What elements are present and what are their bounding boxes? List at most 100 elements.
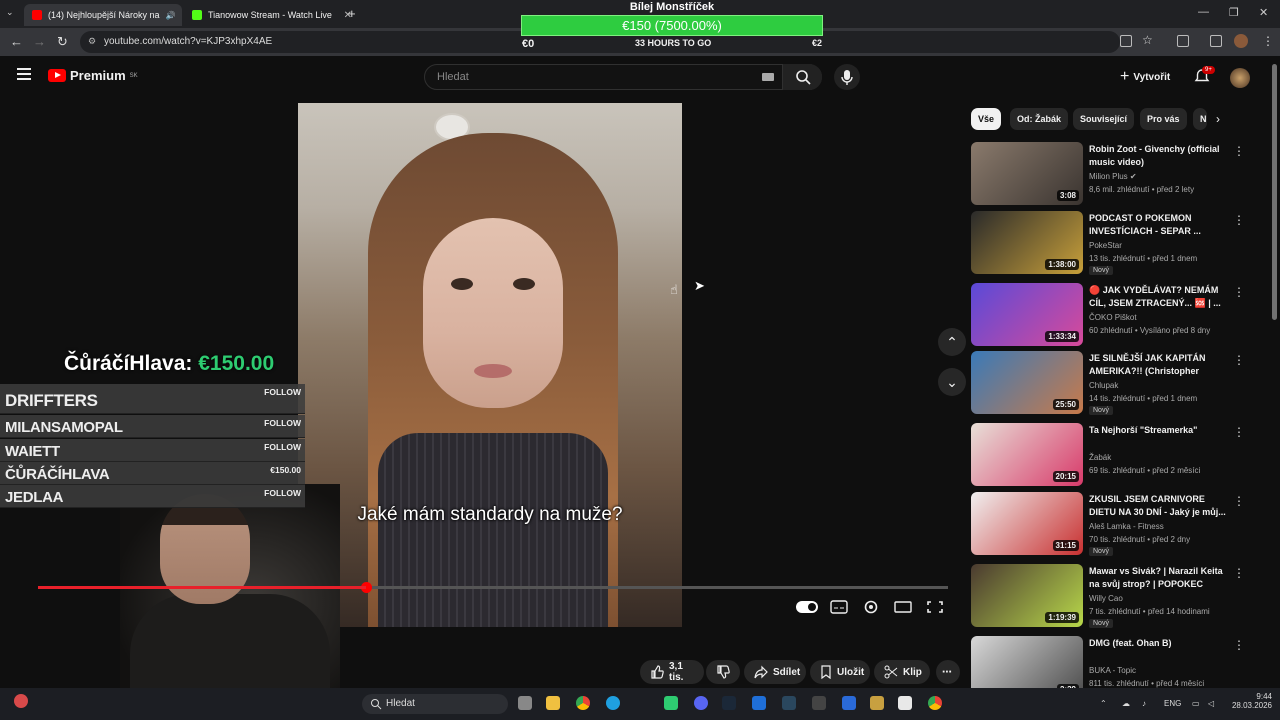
tab-youtube[interactable]: (14) Nejhloupější Nároky na 🔊 ✕ (24, 4, 182, 26)
video-title[interactable]: 🔴 JAK VYDĚLÁVAT? NEMÁM CÍL, JSEM ZTRACEN… (1089, 284, 1229, 310)
app-icon[interactable] (842, 696, 856, 710)
captions-icon[interactable] (830, 600, 848, 614)
chip-from-channel[interactable]: Od: Žabák (1010, 108, 1069, 130)
youtube-premium-logo[interactable]: Premium SK (48, 68, 138, 83)
channel-name[interactable]: Aleš Lamka - Fitness (1089, 522, 1164, 531)
like-button[interactable]: 3,1 tis. (640, 660, 704, 684)
chip-related[interactable]: Související (1073, 108, 1135, 130)
cloud-icon[interactable]: ☁ (1122, 699, 1130, 708)
recommendation-item[interactable]: 31:15 ZKUSIL JSEM CARNIVORE DIETU NA 30 … (971, 492, 1251, 556)
video-title[interactable]: JE SILNĚJŠÍ JAK KAPITÁN AMERIKA?!! (Chri… (1089, 352, 1229, 379)
more-vertical-icon[interactable]: ⋮ (1233, 213, 1245, 227)
channel-name[interactable]: Willy Cao (1089, 594, 1123, 603)
app-icon[interactable] (898, 696, 912, 710)
more-vertical-icon[interactable]: ⋮ (1233, 638, 1245, 652)
keyboard-icon[interactable] (762, 73, 774, 81)
share-button[interactable]: Sdílet (744, 660, 806, 684)
chip-for-you[interactable]: Pro vás (1140, 108, 1187, 130)
video-thumbnail[interactable]: 1:33:34 (971, 283, 1083, 346)
video-thumbnail[interactable]: 3:08 (971, 142, 1083, 205)
channel-name[interactable]: Žabák (1089, 453, 1111, 462)
widget-icon[interactable] (14, 694, 28, 708)
autoplay-toggle[interactable] (796, 601, 818, 613)
video-title[interactable]: Ta Nejhorší "Streamerka" (1089, 424, 1229, 437)
task-view-icon[interactable] (518, 696, 532, 710)
volume-icon[interactable]: ◁ (1208, 699, 1214, 708)
maximize-icon[interactable]: ❐ (1229, 6, 1239, 19)
taskbar-search-input[interactable]: Hledat (362, 694, 508, 714)
app-icon[interactable] (870, 696, 884, 710)
recommendation-item[interactable]: 1:38:00 PODCAST O POKEMON INVESTÍCIACH -… (971, 211, 1251, 275)
app-icon[interactable] (752, 696, 766, 710)
recommendation-item[interactable]: 20:15 Ta Nejhorší "Streamerka" Žabák 69 … (971, 423, 1251, 487)
more-vertical-icon[interactable]: ⋮ (1233, 285, 1245, 299)
extensions-icon[interactable] (1177, 35, 1189, 47)
video-thumbnail[interactable]: 25:50 (971, 351, 1083, 414)
reading-list-icon[interactable] (1210, 35, 1222, 47)
channel-name[interactable]: Chlupak (1089, 381, 1118, 390)
theater-mode-icon[interactable] (894, 600, 912, 614)
forward-icon[interactable]: → (33, 34, 46, 49)
video-thumbnail[interactable]: 31:15 (971, 492, 1083, 555)
chip-all[interactable]: Vše (971, 108, 1002, 130)
video-title[interactable]: Mawar vs Sivák? | Narazil Keita na svůj … (1089, 565, 1229, 591)
channel-name[interactable]: Milion Plus ✔ (1089, 172, 1137, 181)
file-explorer-icon[interactable] (546, 696, 560, 710)
recommendation-item[interactable]: 25:50 JE SILNĚJŠÍ JAK KAPITÁN AMERIKA?!!… (971, 351, 1251, 415)
tab-kick[interactable]: Tianowow Stream - Watch Live ✕ (184, 4, 360, 26)
app-icon[interactable] (812, 696, 826, 710)
previous-video-button[interactable]: ⌃ (938, 328, 966, 356)
account-avatar[interactable] (1230, 68, 1250, 88)
video-player[interactable] (298, 103, 682, 627)
voice-search-button[interactable] (834, 64, 860, 90)
page-scrollbar[interactable] (1272, 64, 1277, 320)
video-thumbnail[interactable]: 20:15 (971, 423, 1083, 486)
create-button[interactable]: + Vytvořit (1120, 66, 1170, 88)
discord-icon[interactable] (694, 696, 708, 710)
chip-next[interactable]: N (1193, 108, 1207, 130)
recommendation-item[interactable]: 3:08 Robin Zoot - Givenchy (official mus… (971, 142, 1251, 206)
recommendation-item[interactable]: 1:33:34 🔴 JAK VYDĚLÁVAT? NEMÁM CÍL, JSEM… (971, 283, 1251, 347)
close-window-icon[interactable]: ✕ (1259, 6, 1268, 19)
clock[interactable]: 9:44 28.03.2026 (1228, 692, 1272, 710)
edge-icon[interactable] (606, 696, 620, 710)
dislike-button[interactable] (706, 660, 740, 684)
video-thumbnail[interactable]: 1:19:39 (971, 564, 1083, 627)
chrome-icon[interactable] (576, 696, 590, 710)
video-title[interactable]: PODCAST O POKEMON INVESTÍCIACH - SEPAR .… (1089, 212, 1229, 238)
minimize-icon[interactable]: — (1198, 6, 1209, 18)
back-icon[interactable]: ← (10, 34, 23, 49)
more-vertical-icon[interactable]: ⋮ (1233, 566, 1245, 580)
steam-icon[interactable] (722, 696, 736, 710)
recommendation-item[interactable]: 1:19:39 Mawar vs Sivák? | Narazil Keita … (971, 564, 1251, 628)
profile-avatar[interactable] (1234, 34, 1248, 48)
video-title[interactable]: DMG (feat. Ohan B) (1089, 637, 1229, 650)
more-vertical-icon[interactable]: ⋮ (1233, 353, 1245, 367)
hamburger-menu-icon[interactable] (17, 68, 31, 80)
more-vertical-icon[interactable]: ⋮ (1233, 494, 1245, 508)
save-button[interactable]: Uložit (810, 660, 870, 684)
steam-icon[interactable] (782, 696, 796, 710)
video-title[interactable]: Robin Zoot - Givenchy (official music vi… (1089, 143, 1229, 169)
settings-gear-icon[interactable] (862, 600, 880, 614)
channel-name[interactable]: ČOKO Piškot (1089, 313, 1137, 322)
channel-name[interactable]: BUKA - Topic (1089, 666, 1136, 675)
chevron-right-icon[interactable]: › (1216, 112, 1220, 126)
search-button[interactable] (782, 64, 822, 90)
tray-overflow-icon[interactable]: ⌃ (1100, 699, 1107, 708)
more-vertical-icon[interactable]: ⋮ (1233, 425, 1245, 439)
cast-icon[interactable] (1120, 35, 1132, 47)
clip-button[interactable]: Klip (874, 660, 930, 684)
mic-tray-icon[interactable]: ♪ (1142, 699, 1146, 708)
language-indicator[interactable]: ENG (1164, 699, 1181, 708)
video-thumbnail[interactable]: 1:38:00 (971, 211, 1083, 274)
fullscreen-icon[interactable] (926, 600, 944, 614)
more-vertical-icon[interactable]: ⋮ (1233, 144, 1245, 158)
chrome-icon[interactable] (928, 696, 942, 710)
network-icon[interactable]: ▭ (1192, 699, 1200, 708)
site-info-icon[interactable]: ⚙ (88, 36, 96, 47)
app-icon[interactable] (664, 696, 678, 710)
tab-search-button[interactable]: ⌄ (6, 7, 14, 18)
reload-icon[interactable]: ↻ (57, 34, 68, 50)
channel-name[interactable]: PokeStar (1089, 241, 1122, 250)
